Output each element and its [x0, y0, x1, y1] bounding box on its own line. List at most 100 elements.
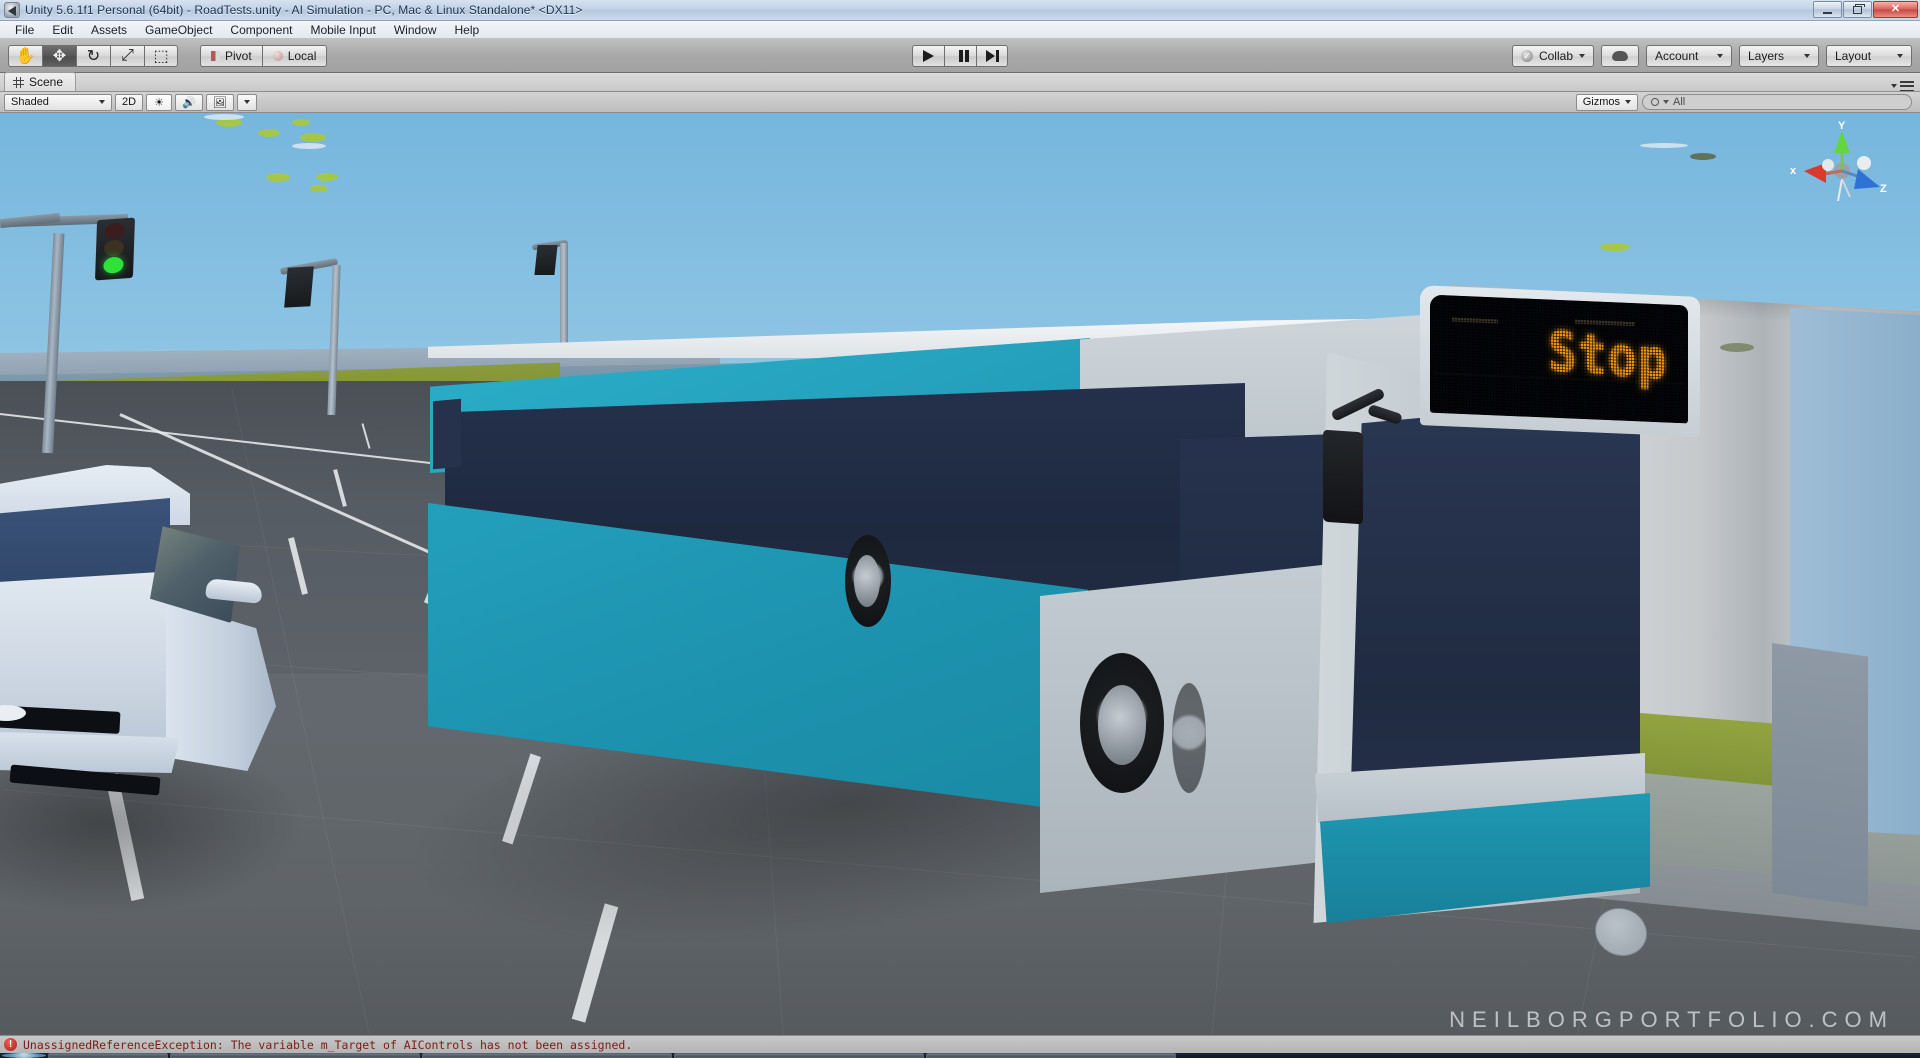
- menu-mobile-input[interactable]: Mobile Input: [301, 22, 384, 38]
- building-right-base: [1772, 643, 1868, 907]
- draw-mode-label: Shaded: [11, 96, 49, 108]
- tab-scene[interactable]: Scene: [4, 72, 77, 91]
- step-button[interactable]: [976, 44, 1008, 67]
- chevron-down-icon: [1897, 53, 1903, 58]
- pause-button[interactable]: [944, 44, 976, 67]
- step-bar-icon: [995, 49, 999, 62]
- move-tool-button[interactable]: ✥: [42, 44, 76, 67]
- bus-rear-window: [1350, 398, 1640, 818]
- collab-button[interactable]: ✓ Collab: [1511, 44, 1594, 67]
- street-lamp-head: [284, 266, 314, 308]
- rect-tool-button[interactable]: ⬚: [144, 44, 178, 67]
- car-vehicle[interactable]: [0, 353, 300, 913]
- windows-taskbar: [0, 1053, 1920, 1058]
- play-button[interactable]: [912, 44, 944, 67]
- foliage: [266, 173, 290, 182]
- chevron-down-icon: [1717, 53, 1723, 58]
- gizmos-dropdown-button[interactable]: Gizmos: [1575, 93, 1638, 111]
- cloud-icon: [1612, 50, 1628, 61]
- local-toggle-button[interactable]: Local: [261, 44, 328, 67]
- layout-button[interactable]: Layout: [1826, 44, 1912, 67]
- restore-icon: [1853, 3, 1865, 14]
- menu-assets[interactable]: Assets: [82, 22, 136, 38]
- scene-view-toolbar: Shaded 2D ☀ 🔊 🖼 Gizmos All: [0, 92, 1920, 113]
- panel-menu-icon[interactable]: [1900, 81, 1914, 91]
- unity-logo-icon: [4, 2, 20, 18]
- gizmos-label: Gizmos: [1582, 96, 1620, 108]
- bus-front-wheel-hub: [854, 555, 880, 607]
- taskbar-item[interactable]: [170, 1053, 420, 1058]
- start-button[interactable]: [2, 1053, 46, 1058]
- rotate-tool-button[interactable]: ↻: [76, 44, 110, 67]
- menu-gameobject[interactable]: GameObject: [136, 22, 221, 38]
- menu-component[interactable]: Component: [221, 22, 301, 38]
- unity-editor-window: Unity 5.6.1f1 Personal (64bit) - RoadTes…: [0, 0, 1920, 1058]
- restore-button[interactable]: [1843, 1, 1872, 18]
- toggle-audio-button[interactable]: 🔊: [175, 93, 203, 111]
- layout-label: Layout: [1835, 48, 1872, 63]
- scene-search-placeholder: All: [1673, 96, 1686, 108]
- chevron-down-icon: [1625, 100, 1631, 104]
- layers-button[interactable]: Layers: [1739, 44, 1819, 67]
- minimize-button[interactable]: [1813, 1, 1842, 18]
- pivot-toggle-button[interactable]: Pivot: [200, 44, 262, 67]
- bus-side-mirror: [1323, 429, 1363, 525]
- collab-label: Collab: [1538, 48, 1573, 63]
- taskbar-item[interactable]: [926, 1053, 1176, 1058]
- chevron-down-icon: [243, 100, 250, 104]
- search-icon: [1651, 98, 1659, 106]
- scene-orientation-gizmo[interactable]: x Y Z: [1788, 120, 1896, 219]
- taskbar-item[interactable]: [422, 1053, 672, 1058]
- pause-icon: [958, 49, 963, 62]
- menu-window[interactable]: Window: [385, 22, 446, 38]
- taskbar-item[interactable]: [48, 1053, 168, 1058]
- chevron-down-icon: [1891, 84, 1897, 88]
- window-title: Unity 5.6.1f1 Personal (64bit) - RoadTes…: [25, 3, 583, 17]
- scale-tool-button[interactable]: ⤢: [110, 44, 144, 67]
- gizmo-axes-icon: [1804, 131, 1880, 202]
- menu-help[interactable]: Help: [446, 22, 489, 38]
- menu-file[interactable]: File: [6, 22, 43, 38]
- toggle-lighting-button[interactable]: ☀: [146, 93, 173, 111]
- pivot-icon: [211, 50, 220, 61]
- account-button[interactable]: Account: [1646, 44, 1732, 67]
- foliage: [310, 185, 328, 192]
- bus-front-window: [433, 398, 461, 470]
- scene-tab-strip: Scene: [0, 72, 1920, 92]
- cloud-button[interactable]: [1601, 44, 1639, 67]
- hand-tool-button[interactable]: ✋: [8, 44, 42, 67]
- play-icon: [923, 49, 934, 62]
- local-label: Local: [287, 48, 317, 63]
- gizmo-y-label: Y: [1838, 120, 1846, 132]
- scene-viewport[interactable]: Stop: [0, 113, 1920, 1035]
- led-dot-matrix-overlay: [1430, 294, 1688, 424]
- toggle-effects-button[interactable]: 🖼: [205, 93, 234, 111]
- title-bar: Unity 5.6.1f1 Personal (64bit) - RoadTes…: [0, 0, 1920, 21]
- toggle-2d-button[interactable]: 2D: [115, 93, 144, 111]
- taskbar-item[interactable]: [674, 1053, 924, 1058]
- foliage: [1640, 143, 1688, 148]
- effects-dropdown-button[interactable]: [236, 93, 257, 111]
- traffic-light-red-lamp: [104, 222, 125, 240]
- account-label: Account: [1655, 48, 1699, 63]
- traffic-light-amber-lamp: [103, 239, 125, 257]
- playback-controls: [912, 44, 1008, 67]
- scene-search-input[interactable]: All: [1642, 94, 1912, 110]
- step-icon: [985, 49, 995, 62]
- menu-edit[interactable]: Edit: [43, 22, 82, 38]
- foliage: [292, 119, 310, 126]
- bus-vehicle[interactable]: Stop: [420, 163, 1700, 958]
- bus-rear-wheel-hub: [1098, 685, 1146, 765]
- error-icon: !: [4, 1038, 17, 1051]
- status-bar[interactable]: ! UnassignedReferenceException: The vari…: [0, 1035, 1920, 1053]
- transform-tool-group: ✋ ✥ ↻ ⤢ ⬚: [8, 44, 178, 67]
- grid-icon: [13, 76, 24, 88]
- chevron-down-icon: [1663, 100, 1669, 104]
- chevron-down-icon: [1804, 53, 1810, 58]
- chevron-down-icon: [1579, 53, 1585, 58]
- panel-menu-area: [1891, 81, 1920, 91]
- draw-mode-dropdown[interactable]: Shaded: [4, 93, 112, 111]
- close-button[interactable]: ✕: [1873, 1, 1918, 18]
- bus-rear-wheel-inner: [1172, 683, 1206, 793]
- scene-toolbar-right: Gizmos All: [1573, 93, 1916, 111]
